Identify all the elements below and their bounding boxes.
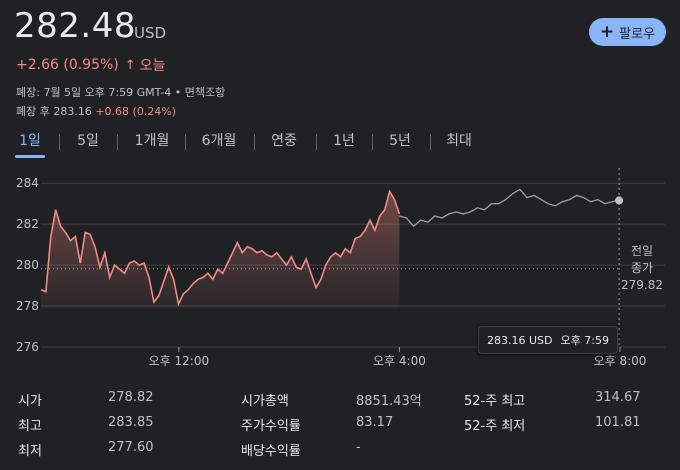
- plus-icon: +: [599, 21, 615, 42]
- change-value: +2.66 (0.95%): [16, 57, 119, 73]
- previous-close-label: 전일 종가 279.82: [621, 243, 663, 294]
- div-value: -: [356, 440, 361, 455]
- tab-5d[interactable]: 5일: [76, 130, 100, 154]
- tab-divider: [185, 134, 186, 150]
- div-label: 배당수익률: [241, 444, 301, 459]
- stats-row: 시가 278.82 시가총액 8851.43억 52-주 최고 314.67: [0, 390, 680, 412]
- stats-row: 최고 283.85 주가수익률 83.17 52-주 최저 101.81: [0, 415, 680, 437]
- mktcap-label: 시가총액: [241, 394, 289, 409]
- follow-button[interactable]: + 팔로우: [589, 18, 666, 46]
- mktcap-value: 8851.43억: [356, 394, 422, 409]
- tab-divider: [316, 134, 317, 150]
- y-tick-label: 280: [16, 258, 39, 272]
- tab-ytd[interactable]: 연중: [270, 130, 298, 154]
- change-period: 오늘: [139, 58, 166, 74]
- pe-value: 83.17: [356, 415, 394, 430]
- price-change: +2.66 (0.95%) ↑ 오늘: [16, 55, 165, 75]
- high52-value: 314.67: [595, 390, 641, 405]
- low-value: 277.60: [108, 440, 154, 455]
- prev-close-label-1: 전일: [630, 244, 654, 258]
- tab-divider: [59, 134, 60, 150]
- tab-6m[interactable]: 6개월: [200, 130, 238, 154]
- chart-tooltip: 283.16 USD 오후 7:59: [478, 326, 618, 354]
- high52-label: 52-주 최고: [464, 394, 526, 409]
- range-tabs: 1일 5일 1개월 6개월 연중 1년 5년 최대: [0, 130, 680, 160]
- tab-1d[interactable]: 1일: [15, 130, 45, 158]
- high-label: 최고: [18, 419, 42, 434]
- after-hours-change: +0.68 (0.24%): [95, 105, 177, 118]
- after-hours-price: 폐장 후 283.16: [16, 105, 92, 118]
- after-hours-info: 폐장 후 283.16 +0.68 (0.24%): [16, 103, 176, 119]
- y-axis-ticks: 284 282 280 278 276: [16, 176, 39, 354]
- y-tick-label: 278: [16, 299, 39, 313]
- tab-divider: [117, 134, 118, 150]
- pe-label: 주가수익률: [241, 419, 301, 434]
- high-value: 283.85: [108, 415, 154, 430]
- y-tick-label: 276: [16, 340, 39, 354]
- tooltip-time: 오후 7:59: [560, 334, 609, 347]
- tab-1y[interactable]: 1년: [333, 130, 355, 154]
- tab-divider: [430, 134, 431, 150]
- currency-label: USD: [134, 24, 167, 42]
- last-price-dot: [615, 196, 624, 205]
- prev-close-label-2: 종가: [630, 261, 654, 275]
- tab-divider: [254, 134, 255, 150]
- y-tick-label: 282: [16, 217, 39, 231]
- low-label: 최저: [18, 444, 42, 459]
- y-tick-label: 284: [16, 176, 39, 190]
- follow-label: 팔로우: [619, 26, 656, 42]
- closed-info: 폐장: 7월 5일 오후 7:59 GMT-4 • 면책조항: [16, 86, 226, 99]
- tab-5y[interactable]: 5년: [389, 130, 411, 154]
- open-value: 278.82: [108, 390, 154, 405]
- x-tick-label: 오후 8:00: [594, 354, 647, 368]
- arrow-up-icon: ↑: [124, 57, 136, 73]
- x-tick-label: 오후 4:00: [373, 354, 426, 368]
- low52-value: 101.81: [595, 415, 641, 430]
- tab-divider: [372, 134, 373, 150]
- prev-close-value: 279.82: [621, 278, 663, 292]
- stats-row: 최저 277.60 배당수익률 -: [0, 440, 680, 462]
- stock-price: 282.48: [14, 6, 136, 46]
- tab-max[interactable]: 최대: [445, 130, 473, 154]
- open-label: 시가: [18, 394, 42, 409]
- after-hours-line: [399, 188, 620, 228]
- low52-label: 52-주 최저: [464, 419, 526, 434]
- tab-1m[interactable]: 1개월: [133, 130, 171, 154]
- x-tick-label: 오후 12:00: [149, 354, 209, 368]
- tooltip-price: 283.16 USD: [487, 333, 553, 347]
